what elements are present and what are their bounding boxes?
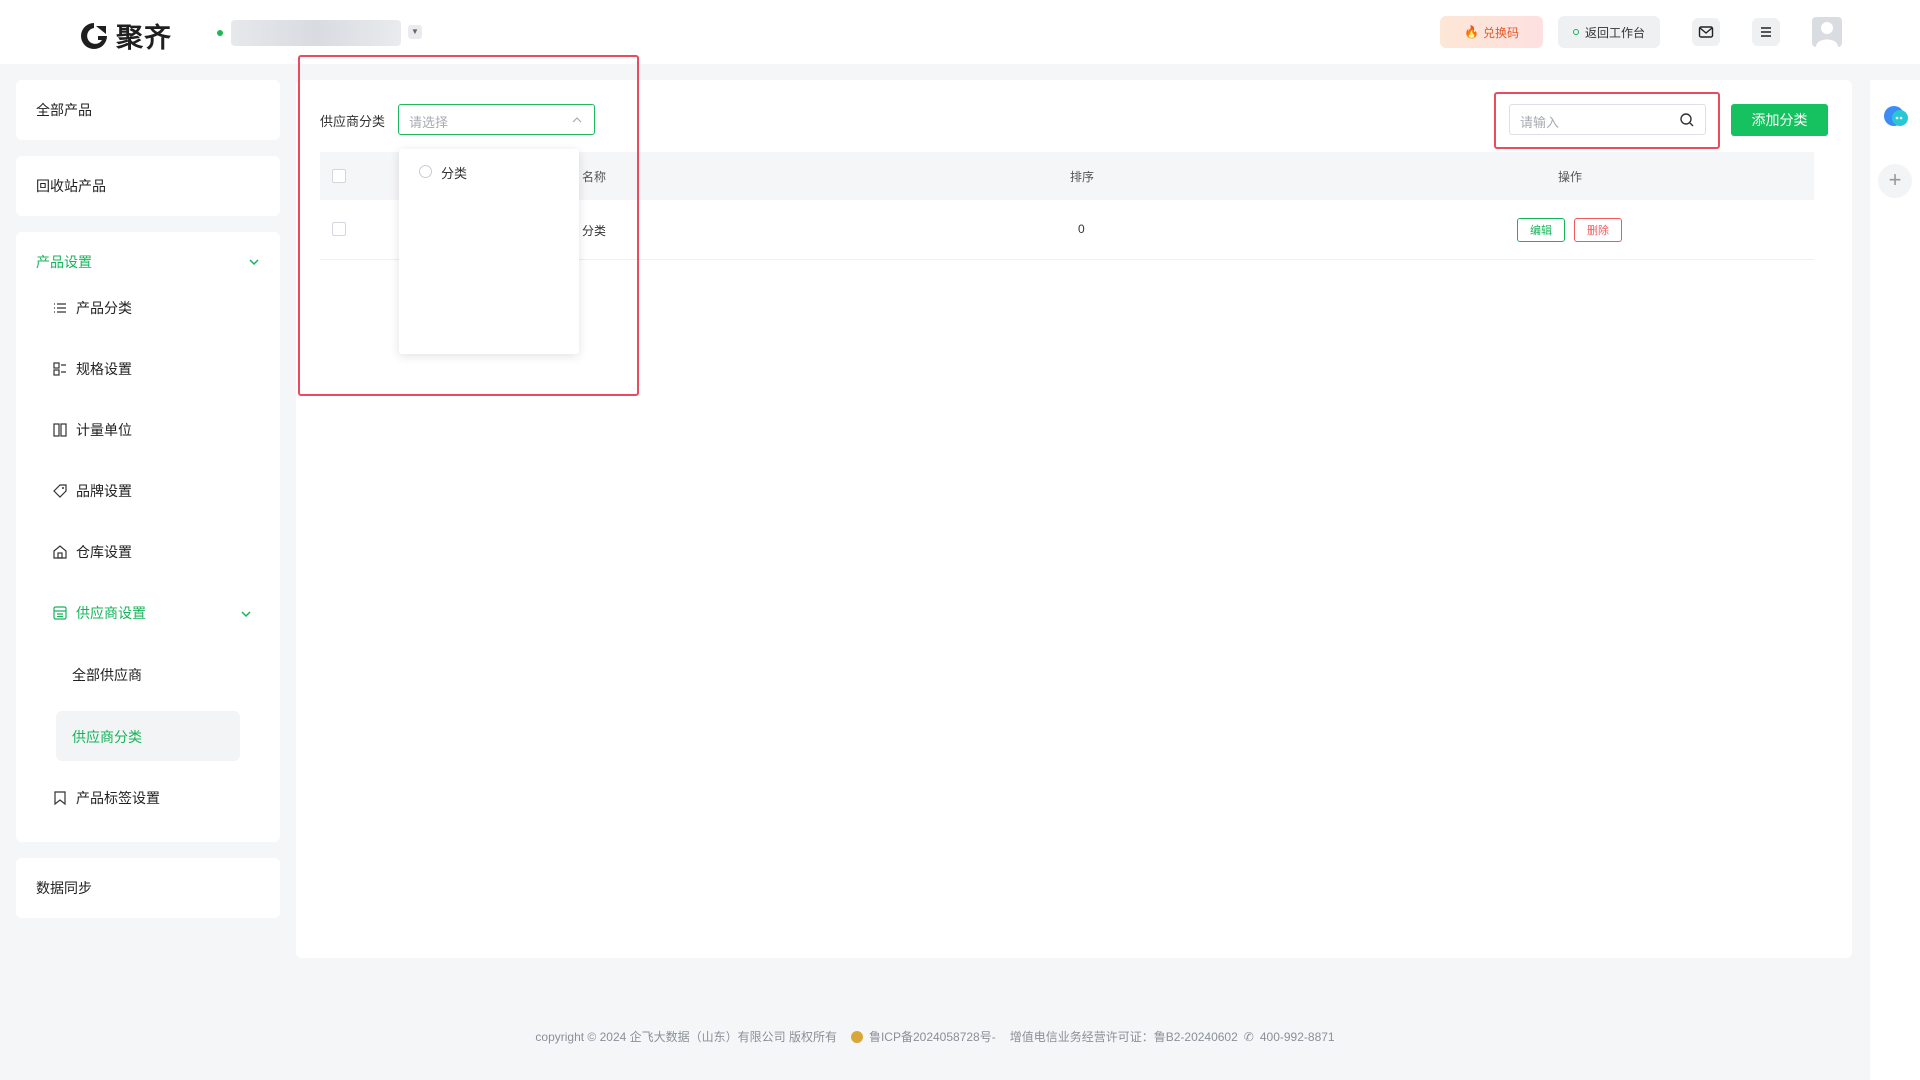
sidebar-item-label: 产品分类 (76, 300, 132, 316)
dot-icon (1572, 29, 1579, 35)
chat-icon[interactable] (1882, 104, 1910, 130)
sidebar-item-warehouse[interactable]: 仓库设置 (52, 542, 132, 562)
sidebar-recycle-products[interactable]: 回收站产品 (16, 156, 280, 216)
sidebar-item-spec-settings[interactable]: 规格设置 (52, 359, 132, 379)
sidebar-all-products[interactable]: 全部产品 (16, 80, 280, 140)
highlight-box-filter (298, 55, 639, 396)
supplier-icon (53, 606, 67, 620)
footer-phone: 400-992-8871 (1259, 1029, 1335, 1044)
caret-down-icon[interactable]: ▼ (408, 25, 422, 39)
avatar[interactable] (1812, 17, 1842, 47)
redeem-label: 兑换码 (1482, 25, 1519, 40)
sidebar-item-label: 计量单位 (76, 422, 132, 438)
footer-license: 增值电信业务经营许可证：鲁B2-20240602 (1009, 1030, 1238, 1044)
sidebar-item-supplier-settings[interactable]: 供应商设置 (52, 603, 146, 623)
warehouse-icon (53, 545, 67, 559)
sidebar-data-sync[interactable]: 数据同步 (16, 858, 280, 918)
footer-icp[interactable]: 鲁ICP备2024058728号- (869, 1028, 996, 1045)
sidebar-item-label: 产品标签设置 (76, 790, 160, 806)
sidebar-item-label: 回收站产品 (36, 178, 106, 194)
sidebar-item-label: 数据同步 (36, 880, 92, 896)
chevron-up-icon (249, 259, 259, 266)
sidebar-item-product-category[interactable]: 产品分类 (52, 298, 132, 318)
phone-icon: ✆ (1243, 1029, 1254, 1044)
sidebar-item-label: 规格设置 (76, 361, 132, 377)
add-category-button[interactable]: 添加分类 (1731, 104, 1828, 136)
spec-icon (53, 362, 66, 376)
logo-text: 聚齐 (116, 23, 172, 53)
redeem-code-button[interactable]: 🔥 兑换码 (1440, 16, 1543, 48)
edit-button[interactable]: 编辑 (1517, 218, 1565, 242)
footer: copyright © 2024 企飞大数据（山东）有限公司 版权所有 鲁ICP… (0, 1028, 1870, 1045)
footer-copyright: copyright © 2024 企飞大数据（山东）有限公司 版权所有 (535, 1030, 837, 1044)
column-header-actions: 操作 (1558, 170, 1583, 184)
delete-button[interactable]: 删除 (1574, 218, 1622, 242)
logo[interactable]: 聚齐 (78, 16, 172, 55)
right-rail (1870, 80, 1920, 1080)
chevron-up-icon[interactable] (240, 608, 252, 620)
sidebar-item-product-tags[interactable]: 产品标签设置 (52, 788, 160, 808)
police-badge-icon (850, 1030, 863, 1043)
sidebar-item-unit[interactable]: 计量单位 (52, 420, 132, 440)
column-header-sort: 排序 (1070, 170, 1095, 184)
sidebar-item-label: 供应商设置 (76, 605, 146, 621)
menu-icon[interactable] (1752, 18, 1780, 46)
ruler-icon (53, 423, 67, 437)
top-header: 聚齐 ▼ 🔥 兑换码 返回工作台 (0, 0, 1920, 64)
back-label: 返回工作台 (1584, 25, 1645, 40)
tag-icon (53, 484, 67, 498)
sidebar-item-brand[interactable]: 品牌设置 (52, 481, 132, 501)
store-selector[interactable] (231, 20, 401, 46)
mail-icon[interactable] (1692, 18, 1720, 46)
logo-mark-icon (81, 22, 107, 49)
sidebar-sub-all-suppliers[interactable]: 全部供应商 (72, 665, 142, 685)
fire-icon: 🔥 (1464, 25, 1479, 39)
status-dot (217, 30, 223, 36)
bookmark-icon (54, 791, 66, 806)
sidebar-item-label: 全部产品 (36, 102, 92, 118)
plus-icon[interactable]: + (1878, 164, 1912, 198)
product-settings-header[interactable]: 产品设置 (16, 232, 280, 282)
back-to-workbench-button[interactable]: 返回工作台 (1558, 16, 1660, 48)
sidebar-sub-supplier-category[interactable]: 供应商分类 (72, 727, 142, 747)
group-title: 产品设置 (36, 254, 92, 270)
highlight-box-search (1494, 92, 1720, 149)
list-icon (54, 303, 66, 313)
sidebar-item-label: 仓库设置 (76, 544, 132, 560)
cell-sort: 0 (1078, 222, 1085, 236)
sidebar-item-label: 品牌设置 (76, 483, 132, 499)
